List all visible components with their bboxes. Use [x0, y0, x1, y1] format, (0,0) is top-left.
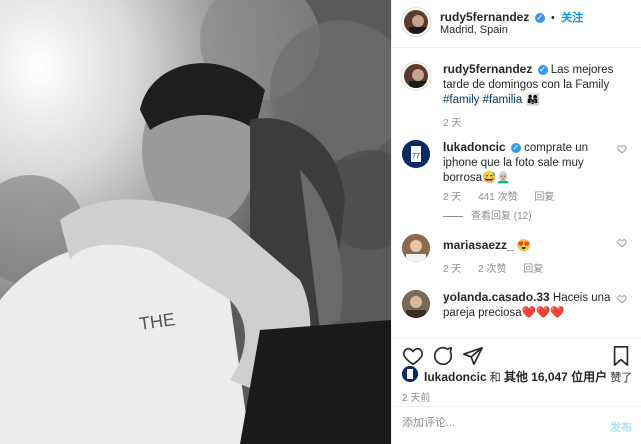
caption-hashtags[interactable]: #family #familia: [443, 94, 522, 106]
comment-likes[interactable]: 2 次赞: [478, 264, 506, 275]
likes-conjunction: 和: [489, 372, 501, 384]
commenter-avatar-image: [402, 290, 430, 318]
verified-icon: ✓: [510, 142, 521, 153]
comment-username[interactable]: yolanda.casado.33: [443, 290, 550, 304]
photo-image: THE: [0, 0, 391, 444]
heart-icon[interactable]: [617, 144, 627, 154]
share-icon[interactable]: [462, 345, 484, 367]
bookmark-icon[interactable]: [610, 345, 632, 367]
commenter-avatar[interactable]: 77: [402, 140, 430, 168]
commenter-avatar[interactable]: [402, 234, 430, 262]
comment-input[interactable]: [402, 417, 602, 429]
commenter-avatar[interactable]: [402, 290, 430, 318]
liker-avatar-image: [402, 366, 418, 382]
verified-icon: ✓: [534, 12, 545, 23]
post-header: rudy5fernandez ✓ • 关注 Madrid, Spain: [392, 0, 641, 48]
heart-icon[interactable]: [617, 294, 627, 304]
comment-time[interactable]: 2 天: [443, 264, 461, 275]
comment-emoji: 😅👨🏼‍🦳: [482, 172, 511, 184]
comment-emoji: ❤️❤️❤️: [521, 307, 565, 319]
comment-likes[interactable]: 441 次赞: [478, 192, 517, 203]
svg-text:77: 77: [412, 153, 420, 160]
comment-meta: 2 天 2 次赞 回复: [443, 260, 557, 275]
verified-icon: ✓: [537, 64, 548, 75]
header-separator: •: [551, 12, 555, 24]
comment-text-block: mariasaezz_ 😍: [443, 238, 615, 254]
likes-suffix: 赞了: [610, 372, 633, 384]
liker-avatar: [402, 366, 418, 382]
author-avatar-image: [409, 15, 427, 34]
post-photo[interactable]: THE: [0, 0, 391, 444]
reply-button[interactable]: 回复: [523, 264, 543, 275]
follow-button[interactable]: 关注: [561, 12, 583, 24]
caption-text-block: rudy5fernandez ✓ Las mejores tarde de do…: [443, 62, 615, 108]
post-comment-button[interactable]: 发布: [610, 419, 632, 435]
caption-meta: 2 天: [443, 114, 475, 129]
caption-time[interactable]: 2 天: [443, 118, 461, 129]
caption-emoji: 👨‍👩‍👧: [525, 94, 540, 106]
comment-username[interactable]: mariasaezz_: [443, 238, 514, 252]
comment-icon[interactable]: [432, 345, 454, 367]
liker-username[interactable]: lukadoncic: [424, 370, 487, 384]
post-location[interactable]: Madrid, Spain: [440, 24, 508, 36]
heart-icon[interactable]: [617, 238, 627, 248]
comment-text-block: lukadoncic ✓ comprate un iphone que la f…: [443, 140, 615, 186]
comment-item: mariasaezz_ 😍 2 天 2 次赞 回复: [402, 234, 627, 275]
caption-username[interactable]: rudy5fernandez: [443, 62, 532, 76]
likes-others[interactable]: 其他 16,047 位用户: [504, 370, 607, 384]
comment-time[interactable]: 2 天: [443, 192, 461, 203]
comment-item: yolanda.casado.33 Haceis una pareja prec…: [402, 290, 627, 330]
comment-text-block: yolanda.casado.33 Haceis una pareja prec…: [443, 290, 615, 321]
view-replies-label: 查看回复 (12): [471, 211, 532, 222]
comment-emoji: 😍: [516, 240, 532, 252]
commenter-avatar-image: [402, 234, 430, 262]
author-username[interactable]: rudy5fernandez: [440, 10, 529, 24]
instagram-post: THE rudy5fernandez ✓ • 关注 Madrid, Spain …: [0, 0, 641, 444]
action-bar: [392, 338, 641, 368]
heart-icon[interactable]: [402, 345, 424, 367]
reply-button[interactable]: 回复: [534, 192, 554, 203]
caption: rudy5fernandez ✓ Las mejores tarde de do…: [402, 62, 627, 129]
caption-avatar-image: [409, 69, 427, 88]
header-title-row: rudy5fernandez ✓ • 关注: [440, 9, 583, 25]
author-avatar[interactable]: [402, 8, 430, 36]
caption-avatar[interactable]: [402, 62, 430, 90]
replies-divider: [443, 215, 463, 217]
comment-meta: 2 天 441 次赞 回复: [443, 188, 568, 203]
comment-item: 77 lukadoncic ✓ comprate un iphone que l…: [402, 140, 627, 222]
post-panel: rudy5fernandez ✓ • 关注 Madrid, Spain rudy…: [391, 0, 641, 444]
commenter-avatar-image: 77: [402, 140, 430, 168]
comment-username[interactable]: lukadoncic: [443, 140, 506, 154]
add-comment-bar: 发布: [392, 406, 641, 444]
likes-text: lukadoncic 和 其他 16,047 位用户 赞了: [424, 368, 632, 385]
view-replies[interactable]: 查看回复 (12): [443, 207, 532, 222]
post-time[interactable]: 2 天前: [402, 389, 430, 404]
